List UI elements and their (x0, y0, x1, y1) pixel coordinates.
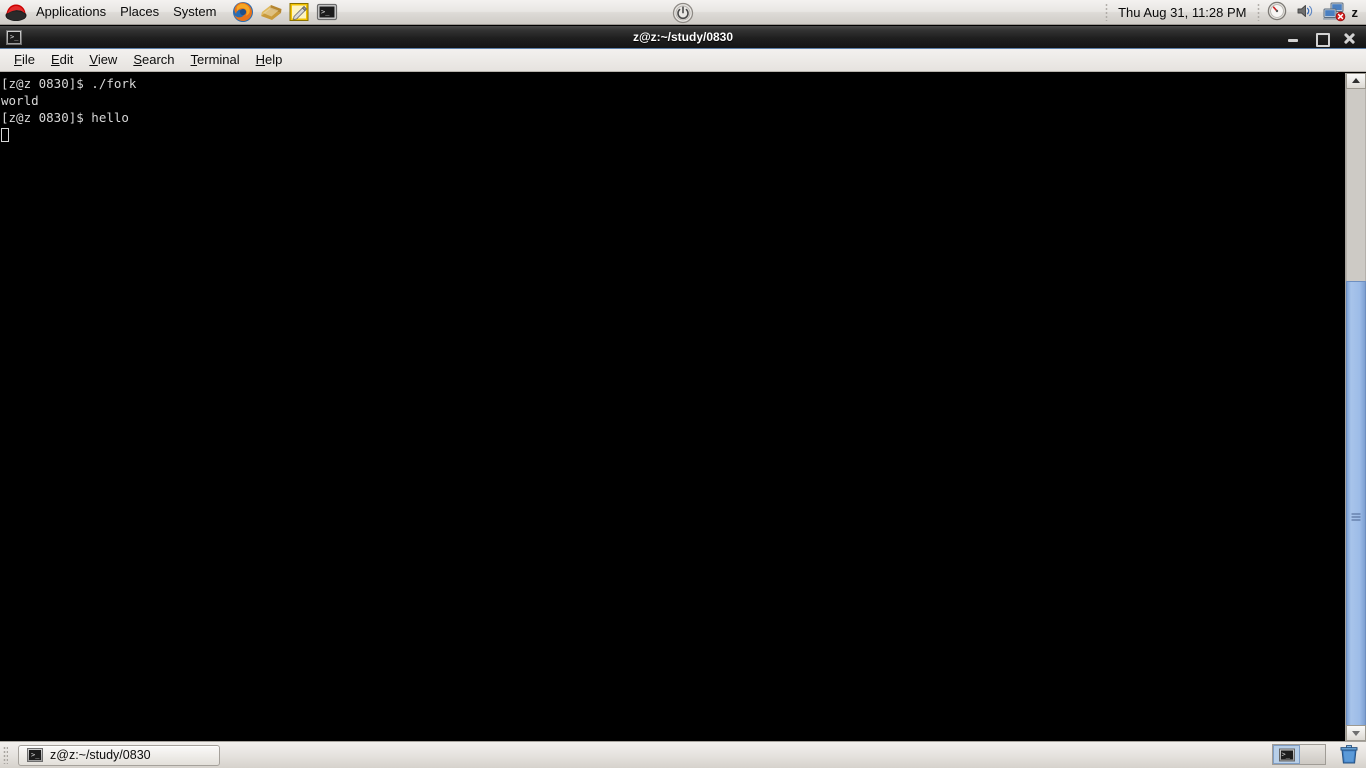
desktop: Applications Places System >_ Thu Aug 31… (0, 0, 1366, 768)
prompt-glyph: >_ (10, 32, 19, 41)
evolution-mail-icon[interactable] (259, 0, 283, 24)
terminal-icon: >_ (27, 748, 43, 762)
taskbar-window-label: z@z:~/study/0830 (50, 748, 151, 762)
system-monitor-icon[interactable] (1266, 0, 1290, 24)
menu-view-label: iew (97, 52, 118, 67)
chevron-up-icon (1352, 78, 1360, 83)
prompt-glyph: >_ (1281, 750, 1290, 758)
firefox-icon[interactable] (231, 0, 255, 24)
top-panel: Applications Places System >_ Thu Aug 31… (0, 0, 1366, 25)
menu-file[interactable]: File (6, 50, 43, 70)
maximize-button[interactable] (1314, 31, 1330, 47)
menu-terminal-label: erminal (197, 52, 240, 67)
panel-grip (3, 746, 8, 764)
panel-separator-2 (1256, 3, 1260, 21)
network-disconnected-icon[interactable] (1322, 0, 1346, 24)
terminal-cursor (1, 128, 9, 142)
trash-icon[interactable] (1338, 743, 1360, 765)
menu-file-label: ile (21, 52, 35, 67)
panel-separator (1105, 3, 1109, 21)
close-button[interactable] (1342, 31, 1356, 45)
menu-places[interactable]: Places (113, 2, 166, 22)
scroll-up-button[interactable] (1346, 73, 1366, 89)
scrollbar-thumb[interactable] (1346, 281, 1366, 753)
menu-edit-label: dit (59, 52, 74, 67)
menu-help[interactable]: Help (248, 50, 291, 70)
redhat-logo[interactable] (4, 1, 28, 23)
terminal-icon[interactable]: >_ (6, 29, 22, 45)
menu-edit[interactable]: Edit (43, 50, 81, 70)
terminal-icon[interactable]: >_ (315, 0, 339, 24)
window-controls (1286, 26, 1362, 49)
terminal-menubar: File Edit View Search Terminal Help (0, 49, 1366, 72)
menu-terminal[interactable]: Terminal (183, 50, 248, 70)
menu-view[interactable]: View (81, 50, 125, 70)
clock[interactable]: Thu Aug 31, 11:28 PM (1112, 3, 1252, 22)
menu-search[interactable]: Search (125, 50, 182, 70)
menu-system[interactable]: System (166, 2, 223, 22)
scrollbar-trough[interactable] (1346, 89, 1366, 281)
window-titlebar[interactable]: >_ z@z:~/study/0830 (0, 26, 1366, 49)
workspace-1[interactable]: >_ (1273, 745, 1300, 764)
bottom-panel: >_ z@z:~/study/0830 http://blog.csdn.net… (0, 741, 1366, 768)
power-icon[interactable] (672, 2, 694, 24)
window-title: z@z:~/study/0830 (632, 30, 734, 44)
terminal-window: >_ z@z:~/study/0830 File Edit View Searc… (0, 26, 1366, 753)
terminal-scrollbar[interactable] (1345, 73, 1366, 753)
prompt-glyph: >_ (31, 751, 40, 759)
workspace-2[interactable] (1300, 745, 1325, 764)
chevron-down-icon (1352, 731, 1360, 736)
menu-help-label: elp (265, 52, 283, 67)
terminal-icon: >_ (1278, 748, 1295, 761)
scrollbar-grip (1351, 513, 1361, 521)
scroll-down-button[interactable] (1346, 725, 1366, 741)
minimize-button[interactable] (1286, 31, 1300, 45)
terminal-screen[interactable]: [z@z 0830]$ ./fork world [z@z 0830]$ hel… (0, 73, 1366, 741)
text-editor-icon[interactable] (287, 0, 311, 24)
taskbar-window-button[interactable]: >_ z@z:~/study/0830 (18, 744, 220, 766)
user-name[interactable]: z (1348, 5, 1366, 20)
menu-search-label: earch (142, 52, 175, 67)
terminal-text: [z@z 0830]$ ./fork world [z@z 0830]$ hel… (1, 76, 137, 125)
svg-text:>_: >_ (321, 8, 330, 16)
menu-applications[interactable]: Applications (29, 2, 113, 22)
workspace-switcher[interactable]: >_ (1272, 744, 1326, 765)
volume-icon[interactable] (1294, 0, 1318, 24)
terminal-output: [z@z 0830]$ ./fork world [z@z 0830]$ hel… (0, 75, 136, 143)
